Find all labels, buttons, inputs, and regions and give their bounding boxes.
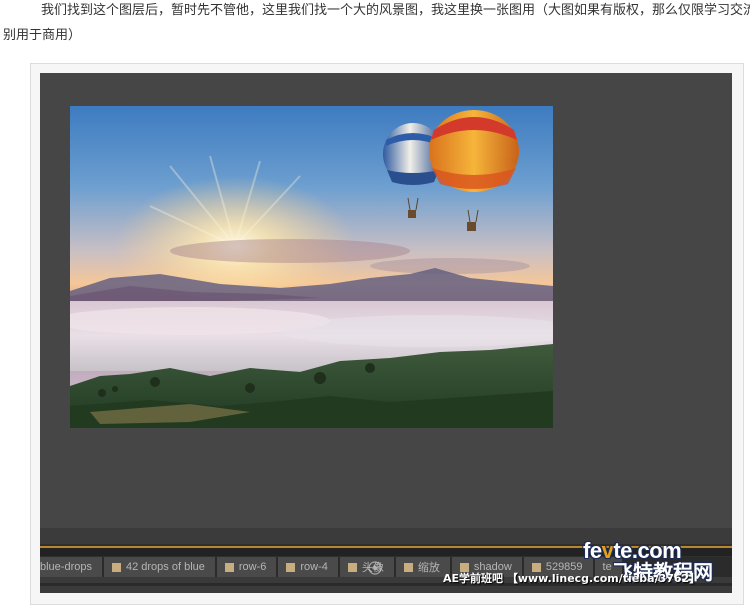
composition-swatch-icon <box>347 562 357 572</box>
tab-row-4[interactable]: row-4 <box>278 557 340 577</box>
landscape-photo <box>70 106 553 428</box>
tab-row-6[interactable]: row-6 <box>216 557 279 577</box>
tab-label: row-4 <box>300 561 328 573</box>
tab-label: 缩放 <box>417 562 440 574</box>
article-line-2: 别用于商用） <box>3 28 82 43</box>
watermark-logo-icon <box>368 561 382 575</box>
composition-swatch-icon <box>224 562 234 572</box>
tab-blue-drops[interactable]: blue-drops <box>40 557 104 577</box>
tab-42-drops-of-blue[interactable]: 42 drops of blue <box>103 557 217 577</box>
composition-swatch-icon <box>111 562 121 572</box>
tab-label: row-6 <box>238 561 267 573</box>
article-line-1: 我们找到这个图层后，暂时先不管他，这里我们找一个大的风景图，我这里换一张图用（大… <box>41 3 750 18</box>
composition-swatch-icon <box>403 562 413 572</box>
watermark-logo-part2: v <box>601 538 614 563</box>
tab-label: blue-drops <box>40 561 92 573</box>
watermark-logo-part1: fe <box>583 538 602 563</box>
watermark-caption: AE学前班吧 【www.linecg.com/tieba/3762】 <box>443 572 701 585</box>
tab-label: 42 drops of blue <box>125 561 205 573</box>
composition-swatch-icon <box>286 562 296 572</box>
